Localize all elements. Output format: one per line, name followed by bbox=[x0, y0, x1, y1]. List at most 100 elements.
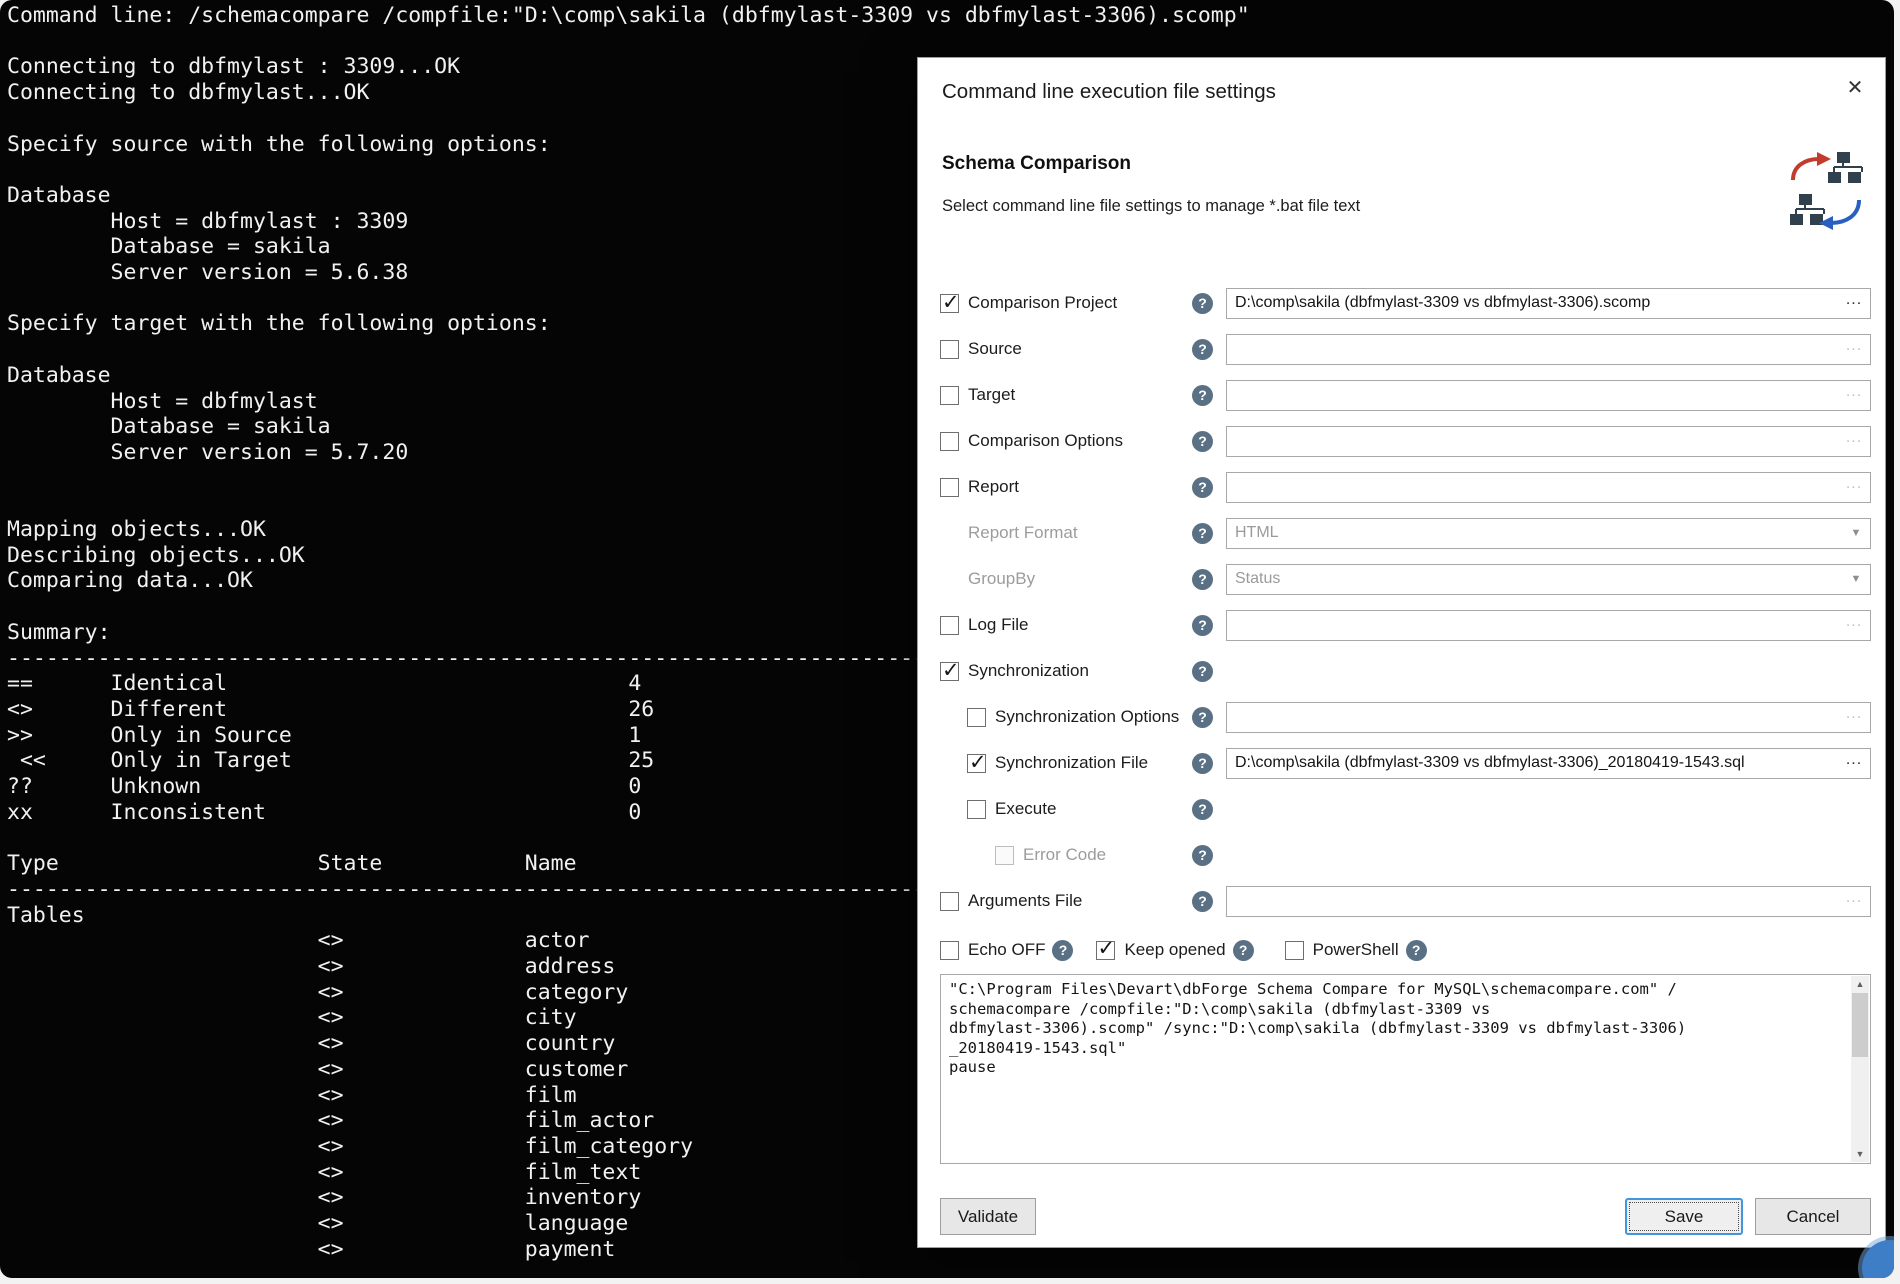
log-file-checkbox[interactable] bbox=[940, 616, 959, 635]
help-icon[interactable]: ? bbox=[1192, 293, 1213, 314]
dialog-header: Schema Comparison Select command line fi… bbox=[942, 153, 1360, 216]
browse-button[interactable]: ... bbox=[1838, 291, 1870, 315]
browse-button[interactable]: ... bbox=[1838, 705, 1870, 729]
help-icon[interactable]: ? bbox=[1192, 891, 1213, 912]
bat-options-row: Echo OFF ? Keep opened ? PowerShell ? bbox=[940, 930, 1427, 970]
comparison-options-checkbox[interactable] bbox=[940, 432, 959, 451]
report-checkbox[interactable] bbox=[940, 478, 959, 497]
settings-form: Comparison Project ? D:\comp\sakila (dbf… bbox=[940, 280, 1871, 924]
cancel-button[interactable]: Cancel bbox=[1755, 1198, 1871, 1235]
comparison-options-label: Comparison Options bbox=[968, 431, 1123, 451]
schema-comparison-icon bbox=[1787, 150, 1865, 232]
report-format-label: Report Format bbox=[968, 523, 1078, 543]
schema-comparison-heading: Schema Comparison bbox=[942, 153, 1360, 175]
comparison-project-input[interactable]: D:\comp\sakila (dbfmylast-3309 vs dbfmyl… bbox=[1227, 294, 1838, 312]
chevron-down-icon: ▼ bbox=[1842, 573, 1870, 585]
row-error-code: Error Code ? bbox=[995, 832, 1871, 878]
help-icon[interactable]: ? bbox=[1192, 339, 1213, 360]
synchronization-checkbox[interactable] bbox=[940, 662, 959, 681]
keep-opened-checkbox[interactable] bbox=[1096, 941, 1115, 960]
comparison-options-field: ... bbox=[1226, 426, 1871, 457]
comparison-project-field: D:\comp\sakila (dbfmylast-3309 vs dbfmyl… bbox=[1226, 288, 1871, 319]
help-icon[interactable]: ? bbox=[1192, 615, 1213, 636]
dialog-subtitle: Select command line file settings to man… bbox=[942, 197, 1360, 216]
save-button[interactable]: Save bbox=[1625, 1198, 1743, 1235]
synchronization-file-label: Synchronization File bbox=[995, 753, 1148, 773]
target-label: Target bbox=[968, 385, 1015, 405]
log-file-field: ... bbox=[1226, 610, 1871, 641]
echo-off-checkbox[interactable] bbox=[940, 941, 959, 960]
browse-button[interactable]: ... bbox=[1838, 383, 1870, 407]
scroll-up-icon[interactable]: ▲ bbox=[1851, 976, 1869, 992]
synchronization-options-checkbox[interactable] bbox=[967, 708, 986, 727]
synchronization-options-label: Synchronization Options bbox=[995, 707, 1179, 727]
comparison-project-checkbox[interactable] bbox=[940, 294, 959, 313]
arguments-file-field: ... bbox=[1226, 886, 1871, 917]
row-synchronization: Synchronization ? bbox=[940, 648, 1871, 694]
target-field: ... bbox=[1226, 380, 1871, 411]
groupby-value: Status bbox=[1227, 570, 1842, 588]
row-comparison-options: Comparison Options ? ... bbox=[940, 418, 1871, 464]
row-synchronization-options: Synchronization Options ? ... bbox=[967, 694, 1871, 740]
row-synchronization-file: Synchronization File ? D:\comp\sakila (d… bbox=[967, 740, 1871, 786]
help-icon[interactable]: ? bbox=[1192, 477, 1213, 498]
browse-button[interactable]: ... bbox=[1838, 337, 1870, 361]
row-log-file: Log File ? ... bbox=[940, 602, 1871, 648]
help-icon[interactable]: ? bbox=[1406, 940, 1427, 961]
browse-button[interactable]: ... bbox=[1838, 475, 1870, 499]
error-code-label: Error Code bbox=[1023, 845, 1106, 865]
browse-button[interactable]: ... bbox=[1838, 751, 1870, 775]
browse-button[interactable]: ... bbox=[1838, 889, 1870, 913]
help-icon[interactable]: ? bbox=[1192, 753, 1213, 774]
validate-button[interactable]: Validate bbox=[940, 1198, 1036, 1235]
help-icon[interactable]: ? bbox=[1192, 845, 1213, 866]
report-field: ... bbox=[1226, 472, 1871, 503]
comparison-project-label: Comparison Project bbox=[968, 293, 1117, 313]
log-file-label: Log File bbox=[968, 615, 1028, 635]
row-source: Source ? ... bbox=[940, 326, 1871, 372]
help-icon[interactable]: ? bbox=[1192, 569, 1213, 590]
error-code-checkbox bbox=[995, 846, 1014, 865]
scrollbar[interactable]: ▲ ▼ bbox=[1851, 976, 1869, 1162]
groupby-dropdown[interactable]: Status ▼ bbox=[1226, 564, 1871, 595]
dialog-title: Command line execution file settings bbox=[942, 80, 1276, 104]
chevron-down-icon: ▼ bbox=[1842, 527, 1870, 539]
powershell-checkbox[interactable] bbox=[1285, 941, 1304, 960]
keep-opened-label: Keep opened bbox=[1124, 940, 1225, 960]
synchronization-file-checkbox[interactable] bbox=[967, 754, 986, 773]
row-report-format: Report Format ? HTML ▼ bbox=[940, 510, 1871, 556]
browse-button[interactable]: ... bbox=[1838, 429, 1870, 453]
execute-checkbox[interactable] bbox=[967, 800, 986, 819]
help-icon[interactable]: ? bbox=[1192, 799, 1213, 820]
arguments-file-checkbox[interactable] bbox=[940, 892, 959, 911]
help-icon[interactable]: ? bbox=[1192, 523, 1213, 544]
browse-button[interactable]: ... bbox=[1838, 613, 1870, 637]
synchronization-label: Synchronization bbox=[968, 661, 1089, 681]
source-label: Source bbox=[968, 339, 1022, 359]
dialog-footer: Validate Save Cancel bbox=[940, 1198, 1871, 1235]
report-format-dropdown[interactable]: HTML ▼ bbox=[1226, 518, 1871, 549]
close-icon[interactable]: ✕ bbox=[1837, 70, 1873, 104]
row-arguments-file: Arguments File ? ... bbox=[940, 878, 1871, 924]
help-icon[interactable]: ? bbox=[1192, 431, 1213, 452]
command-line-settings-dialog: Command line execution file settings ✕ S… bbox=[917, 57, 1886, 1248]
scroll-down-icon[interactable]: ▼ bbox=[1851, 1146, 1869, 1162]
target-checkbox[interactable] bbox=[940, 386, 959, 405]
synchronization-options-field: ... bbox=[1226, 702, 1871, 733]
help-icon[interactable]: ? bbox=[1192, 661, 1213, 682]
powershell-label: PowerShell bbox=[1313, 940, 1399, 960]
source-checkbox[interactable] bbox=[940, 340, 959, 359]
check-icon bbox=[1096, 941, 1115, 960]
synchronization-file-input[interactable]: D:\comp\sakila (dbfmylast-3309 vs dbfmyl… bbox=[1227, 754, 1838, 772]
row-comparison-project: Comparison Project ? D:\comp\sakila (dbf… bbox=[940, 280, 1871, 326]
help-icon[interactable]: ? bbox=[1233, 940, 1254, 961]
report-label: Report bbox=[968, 477, 1019, 497]
console-window: Command line: /schemacompare /compfile:"… bbox=[0, 0, 1894, 1278]
help-icon[interactable]: ? bbox=[1192, 385, 1213, 406]
help-icon[interactable]: ? bbox=[1052, 940, 1073, 961]
help-icon[interactable]: ? bbox=[1192, 707, 1213, 728]
row-execute: Execute ? bbox=[967, 786, 1871, 832]
bat-file-text[interactable]: "C:\Program Files\Devart\dbForge Schema … bbox=[949, 980, 1842, 1078]
scrollbar-thumb[interactable] bbox=[1852, 993, 1868, 1057]
groupby-label: GroupBy bbox=[968, 569, 1035, 589]
